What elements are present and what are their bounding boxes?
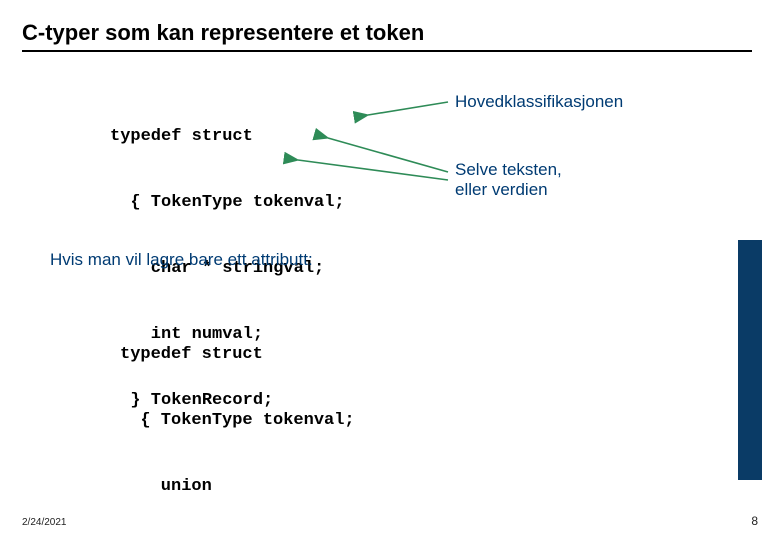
slide: C-typer som kan representere et token ty… — [0, 0, 780, 540]
code-line: typedef struct — [120, 344, 355, 366]
code-line: { TokenType tokenval; — [120, 410, 355, 432]
footer-date: 2/24/2021 — [22, 517, 67, 528]
side-band — [738, 240, 762, 480]
code-line: union — [120, 476, 355, 498]
side-label: INF 5110 - 2014 — [698, 314, 714, 422]
arrow-to-tokenval-icon — [0, 0, 780, 540]
footer-page-number: 8 — [751, 514, 758, 528]
code-block-2: typedef struct { TokenType tokenval; uni… — [120, 300, 355, 540]
